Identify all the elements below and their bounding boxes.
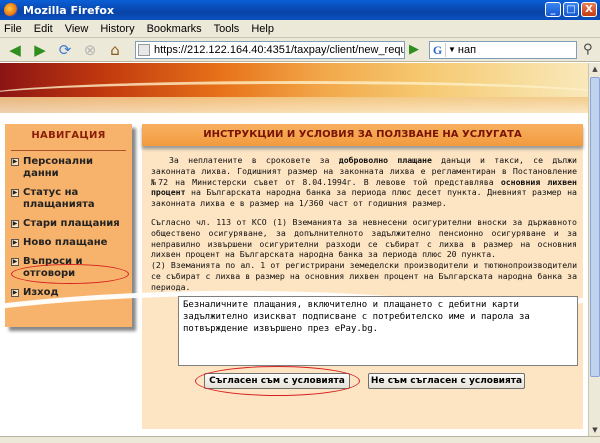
search-input[interactable]: G ▼ нап [429, 40, 577, 59]
scroll-thumb[interactable] [590, 77, 600, 377]
address-url: https://212.122.164.40:4351/taxpay/clien… [154, 43, 404, 56]
arrow-icon: ▶ [11, 220, 19, 228]
menu-help[interactable]: Help [251, 23, 274, 35]
google-icon[interactable]: G [430, 42, 446, 57]
forward-button[interactable]: ▶ [29, 40, 51, 60]
window-titlebar: Mozilla Firefox _ □ X [0, 0, 600, 20]
sidebar-item-logout[interactable]: ▶ Изход [11, 287, 132, 299]
highlight-circle [11, 264, 129, 284]
reload-icon: ⟳ [58, 40, 72, 59]
header-banner [0, 63, 588, 113]
status-bar [0, 436, 600, 443]
menu-tools[interactable]: Tools [214, 23, 240, 35]
menu-bar: File Edit View History Bookmarks Tools H… [0, 20, 600, 38]
minimize-button[interactable]: _ [545, 2, 561, 17]
sidebar-title: НАВИГАЦИЯ [31, 130, 106, 141]
terms-text: За неплатените в сроковете за доброволно… [142, 146, 583, 293]
sidebar-item-label: Ново плащане [23, 237, 108, 248]
page-content: НАВИГАЦИЯ ▶ Персонални данни ▶ Статус на п… [0, 63, 588, 436]
menu-history[interactable]: History [100, 23, 134, 35]
arrow-icon: ▶ [11, 158, 19, 166]
search-engine-dropdown-icon[interactable]: ▼ [448, 45, 456, 54]
sidebar-item-payment-status[interactable]: ▶ Статус на плащанията [11, 187, 132, 211]
payment-notice-textarea[interactable]: Безналичните плащания, включително и пла… [178, 296, 578, 366]
vertical-scrollbar[interactable]: ▲ ▼ [588, 63, 600, 436]
divider [11, 150, 126, 151]
search-query: нап [457, 43, 477, 56]
bold-text: доброволно плащане [338, 155, 432, 165]
menu-file[interactable]: File [4, 23, 22, 35]
paragraph-kso-2: (2) Вземанията по ал. 1 от регистрирани … [151, 260, 577, 292]
menu-bookmarks[interactable]: Bookmarks [147, 23, 202, 35]
back-button[interactable]: ◀ [4, 40, 26, 60]
sidebar-item-new-payment[interactable]: ▶ Ново плащане [11, 237, 132, 249]
page-title: ИНСТРУКЦИИ И УСЛОВИЯ ЗА ПОЛЗВАНЕ НА УСЛУ… [142, 124, 583, 146]
maximize-button[interactable]: □ [563, 2, 579, 17]
window-title: Mozilla Firefox [23, 3, 115, 17]
forward-arrow-icon: ▶ [34, 40, 46, 59]
arrow-icon: ▶ [11, 239, 19, 247]
back-arrow-icon: ◀ [9, 40, 21, 59]
arrow-icon: ▶ [11, 258, 19, 266]
text-span: За неплатените в сроковете за [169, 155, 339, 165]
disagree-button[interactable]: Не съм съгласен с условията [368, 373, 525, 389]
sidebar-item-label: Изход [23, 287, 59, 298]
arrow-icon: ▶ [11, 289, 19, 297]
firefox-icon [4, 3, 18, 17]
sidebar-item-label: Статус на плащанията [23, 187, 95, 210]
navigation-sidebar: НАВИГАЦИЯ ▶ Персонални данни ▶ Статус на п… [5, 124, 132, 327]
menu-edit[interactable]: Edit [34, 23, 53, 35]
sidebar-item-label: Персонални данни [23, 156, 94, 179]
navigation-toolbar: ◀ ▶ ⟳ ⊗ ⌂ https://212.122.164.40:4351/ta… [0, 38, 600, 62]
scroll-down-icon[interactable]: ▼ [589, 424, 600, 436]
sidebar-item-old-payments[interactable]: ▶ Стари плащания [11, 218, 132, 230]
address-bar[interactable]: https://212.122.164.40:4351/taxpay/clien… [135, 40, 405, 59]
menu-view[interactable]: View [65, 23, 89, 35]
close-button[interactable]: X [581, 2, 597, 17]
go-button[interactable]: ▶ [409, 42, 419, 57]
terms-panel: ИНСТРУКЦИИ И УСЛОВИЯ ЗА ПОЛЗВАНЕ НА УСЛУ… [2, 124, 588, 429]
home-button[interactable]: ⌂ [104, 40, 126, 60]
sidebar-item-personal-data[interactable]: ▶ Персонални данни [11, 156, 132, 180]
text-span: на Българската народна банка за периода … [151, 187, 577, 209]
highlight-circle [195, 366, 360, 396]
sidebar-item-label: Стари плащания [23, 218, 120, 229]
stop-icon: ⊗ [83, 40, 97, 59]
home-icon: ⌂ [110, 40, 120, 59]
arrow-icon: ▶ [11, 189, 19, 197]
stop-button[interactable]: ⊗ [79, 40, 101, 60]
search-icon[interactable]: ⚲ [583, 42, 593, 57]
reload-button[interactable]: ⟳ [54, 40, 76, 60]
scroll-up-icon[interactable]: ▲ [589, 63, 600, 75]
paragraph-interest: За неплатените в сроковете за доброволно… [151, 155, 577, 209]
page-icon [138, 43, 150, 56]
paragraph-kso: Съгласно чл. 113 от КСО (1) Вземанията з… [151, 216, 577, 260]
